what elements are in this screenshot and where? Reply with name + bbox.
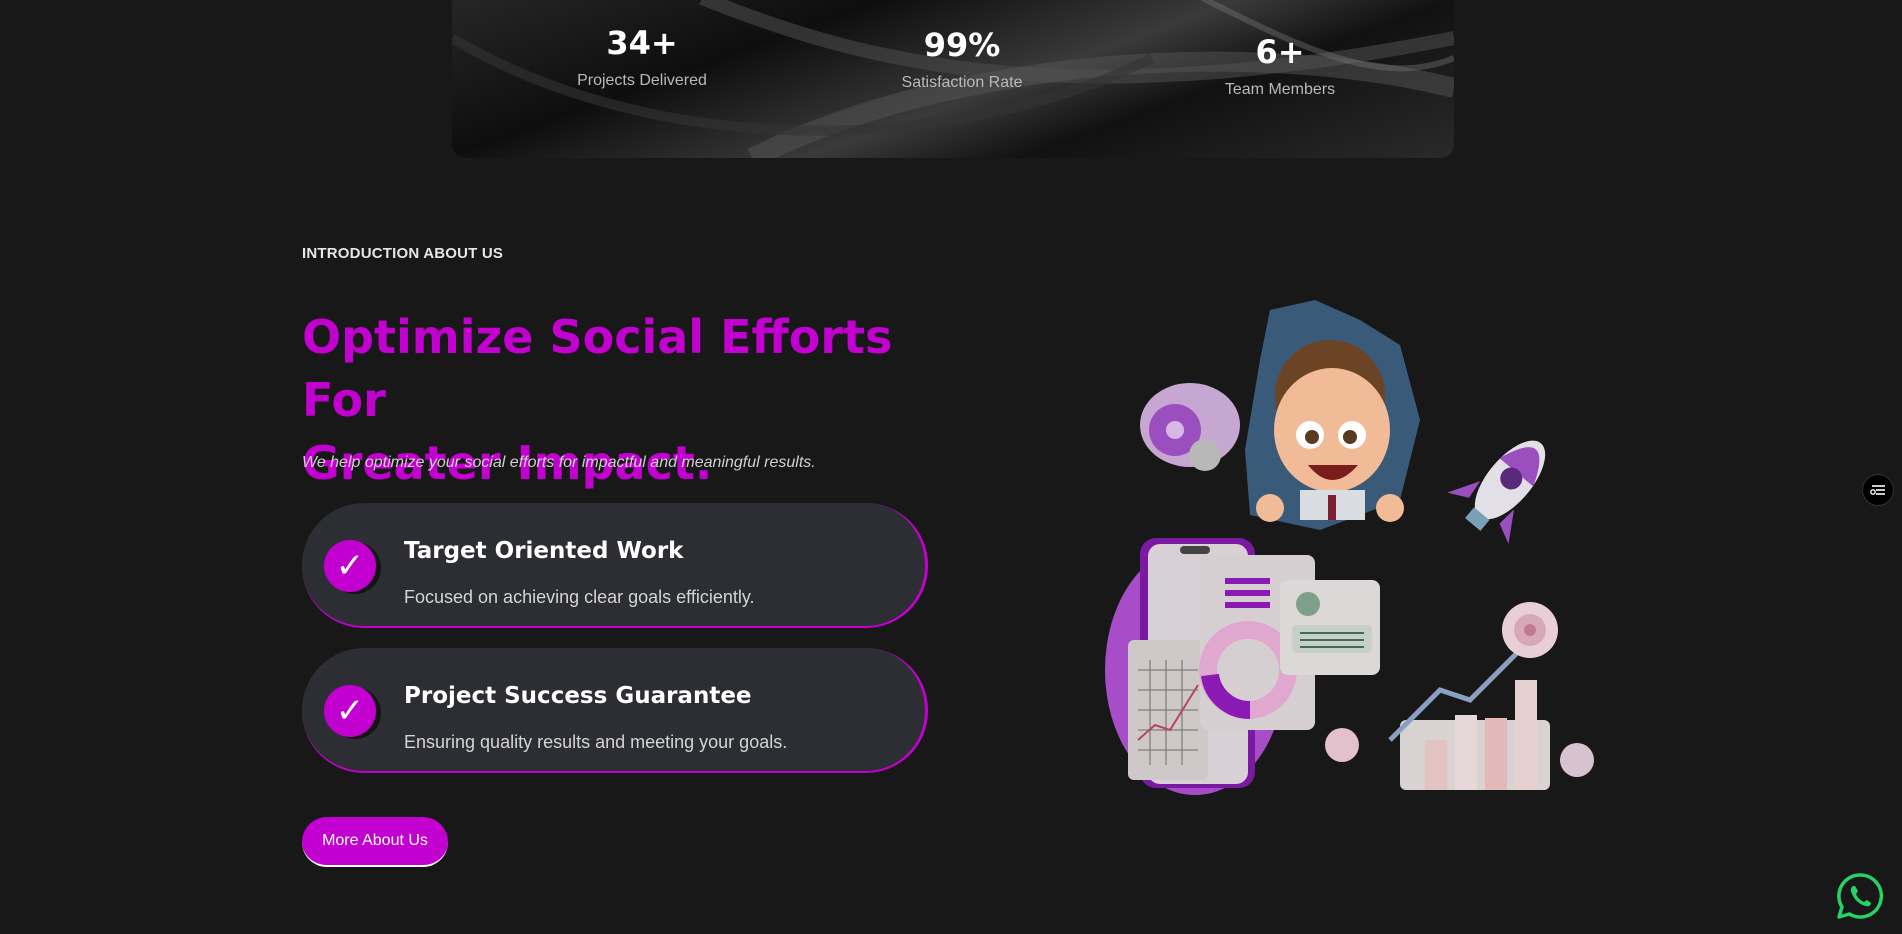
- stat-label: Team Members: [1224, 81, 1336, 98]
- filter-toggle-button[interactable]: [1862, 474, 1894, 506]
- stat-value: 34+: [606, 24, 678, 62]
- stats-banner: 34+ Projects Delivered 99% Satisfaction …: [452, 0, 1454, 158]
- section-subtext: We help optimize your social efforts for…: [302, 454, 816, 471]
- filter-toggle-icon: [1870, 485, 1885, 495]
- section-eyebrow: INTRODUCTION ABOUT US: [302, 245, 504, 262]
- marketing-illustration: [1105, 300, 1594, 795]
- whatsapp-icon[interactable]: [1836, 872, 1884, 920]
- feature-title: Project Success Guarantee: [404, 683, 752, 709]
- check-icon: ✓: [324, 540, 376, 592]
- feature-card-guarantee: ✓ Project Success Guarantee Ensuring qua…: [302, 648, 928, 773]
- check-icon: ✓: [324, 685, 376, 737]
- feature-description: Ensuring quality results and meeting you…: [404, 732, 788, 752]
- more-about-us-button[interactable]: More About Us: [302, 817, 448, 867]
- stat-label: Satisfaction Rate: [901, 74, 1023, 91]
- stat-value: 99%: [923, 26, 1001, 64]
- stat-label: Projects Delivered: [577, 72, 707, 89]
- stat-value: 6+: [1255, 33, 1305, 71]
- stat-team: 6+ Team Members: [1170, 33, 1390, 99]
- feature-title: Target Oriented Work: [404, 538, 684, 564]
- stat-satisfaction: 99% Satisfaction Rate: [852, 26, 1072, 92]
- stat-projects: 34+ Projects Delivered: [532, 24, 752, 90]
- feature-card-target: ✓ Target Oriented Work Focused on achiev…: [302, 503, 928, 628]
- feature-description: Focused on achieving clear goals efficie…: [404, 587, 755, 607]
- headline-line-1: Optimize Social Efforts For: [302, 310, 893, 427]
